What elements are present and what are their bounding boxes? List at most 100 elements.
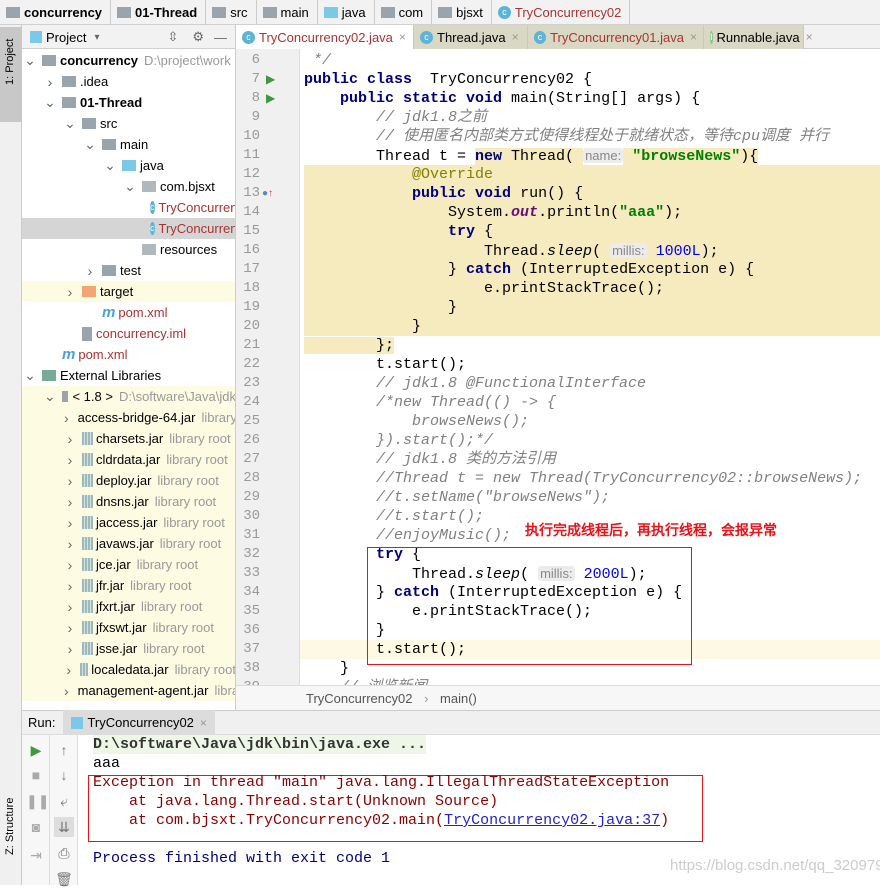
tree-item[interactable]: ⌄ com.bjsxt xyxy=(22,176,235,197)
breadcrumb-item[interactable]: concurrency xyxy=(4,0,112,25)
print-icon[interactable]: ⎙ xyxy=(54,843,74,863)
tree-item[interactable]: › access-bridge-64.jar library root xyxy=(22,407,235,428)
editor-breadcrumb: TryConcurrency02 › main() xyxy=(236,685,880,710)
tree-item[interactable]: ⌄ concurrency D:\project\work xyxy=(22,50,235,71)
chevron-right-icon[interactable]: › xyxy=(64,473,76,489)
tree-item[interactable]: › localedata.jar library root xyxy=(22,659,235,680)
chevron-right-icon[interactable]: › xyxy=(64,536,76,552)
tree-item[interactable]: › test xyxy=(22,260,235,281)
close-icon[interactable]: × xyxy=(512,30,519,44)
chevron-down-icon[interactable]: ⌄ xyxy=(104,157,116,174)
hide-icon[interactable]: — xyxy=(214,30,227,45)
tab-tryconcurrency02[interactable]: c TryConcurrency02.java × xyxy=(236,25,414,49)
tree-item[interactable]: m pom.xml xyxy=(22,302,235,323)
structure-tool-label[interactable]: Z: Structure xyxy=(4,798,16,855)
chevron-right-icon[interactable]: › xyxy=(84,263,96,279)
breadcrumb-method[interactable]: main() xyxy=(440,691,477,706)
tree-item[interactable]: › cldrdata.jar library root xyxy=(22,449,235,470)
breadcrumb-class[interactable]: TryConcurrency02 xyxy=(306,691,412,706)
close-icon[interactable]: × xyxy=(690,30,697,44)
tree-item[interactable]: › .idea xyxy=(22,71,235,92)
chevron-down-icon[interactable]: ⌄ xyxy=(24,367,36,384)
tree-item[interactable]: ⌄ src xyxy=(22,113,235,134)
collapse-all-icon[interactable]: ⇳ xyxy=(167,29,178,45)
breadcrumb-item[interactable]: com xyxy=(379,0,433,25)
close-icon[interactable]: × xyxy=(806,30,813,44)
tree-item[interactable]: › javaws.jar library root xyxy=(22,533,235,554)
breadcrumb-item[interactable]: 01-Thread xyxy=(115,0,207,25)
tree-item[interactable]: › charsets.jar library root xyxy=(22,428,235,449)
chevron-down-icon[interactable]: ▾ xyxy=(94,32,99,43)
breadcrumb-item[interactable]: java xyxy=(322,0,375,25)
chevron-down-icon[interactable]: ⌄ xyxy=(44,388,56,405)
tree-item[interactable]: › jaccess.jar library root xyxy=(22,512,235,533)
tab-thread[interactable]: c Thread.java × xyxy=(414,25,528,49)
chevron-right-icon[interactable]: › xyxy=(44,74,56,90)
tab-tryconcurrency01[interactable]: c TryConcurrency01.java × xyxy=(528,25,704,49)
breadcrumb-item[interactable]: src xyxy=(210,0,257,25)
tree-item[interactable]: m pom.xml xyxy=(22,344,235,365)
tree-item[interactable]: ⌄ 01-Thread xyxy=(22,92,235,113)
chevron-right-icon[interactable]: › xyxy=(64,662,74,678)
project-view-selector[interactable]: Project xyxy=(46,30,86,45)
tree-item[interactable]: › deploy.jar library root xyxy=(22,470,235,491)
stop-icon[interactable]: ■ xyxy=(26,765,46,785)
tree-item[interactable]: cTryConcurrency02 xyxy=(22,218,235,239)
tree-item[interactable]: ⌄ External Libraries xyxy=(22,365,235,386)
breadcrumb-item[interactable]: c TryConcurrency02 xyxy=(496,0,631,25)
tree-item[interactable]: resources xyxy=(22,239,235,260)
pause-icon[interactable]: ❚❚ xyxy=(26,791,49,811)
tree-item[interactable]: › management-agent.jar library root xyxy=(22,680,235,701)
chevron-down-icon[interactable]: ⌄ xyxy=(64,115,76,132)
code-line: // jdk1.8 类的方法引用 xyxy=(304,450,556,469)
run-gutter-icon[interactable]: ▶ xyxy=(266,70,275,89)
chevron-down-icon[interactable]: ⌄ xyxy=(24,52,36,69)
chevron-right-icon[interactable]: › xyxy=(64,599,76,615)
tree-item[interactable]: › jce.jar library root xyxy=(22,554,235,575)
chevron-right-icon[interactable]: › xyxy=(64,431,76,447)
tree-item[interactable]: concurrency.iml xyxy=(22,323,235,344)
chevron-right-icon[interactable]: › xyxy=(64,683,69,699)
tree-item[interactable]: ⌄ < 1.8 > D:\software\Java\jdk xyxy=(22,386,235,407)
chevron-right-icon[interactable]: › xyxy=(64,515,76,531)
chevron-right-icon[interactable]: › xyxy=(64,620,76,636)
chevron-right-icon[interactable]: › xyxy=(64,557,76,573)
rerun-icon[interactable]: ▶ xyxy=(26,740,46,760)
chevron-right-icon[interactable]: › xyxy=(64,578,76,594)
tree-item[interactable]: › dnsns.jar library root xyxy=(22,491,235,512)
soft-wrap-icon[interactable]: ⤶ xyxy=(54,791,74,811)
tree-item[interactable]: cTryConcurrency01 xyxy=(22,197,235,218)
breadcrumb-item[interactable]: main xyxy=(261,0,318,25)
source-link[interactable]: TryConcurrency02.java:37 xyxy=(444,812,660,829)
chevron-right-icon[interactable]: › xyxy=(64,284,76,300)
override-gutter-icon[interactable]: ●↑ xyxy=(262,184,273,203)
project-tool-button[interactable]: 1: Project xyxy=(0,27,22,122)
tree-item[interactable]: ⌄ java xyxy=(22,155,235,176)
exit-icon[interactable]: ⇥ xyxy=(26,845,46,865)
tree-item[interactable]: › jfr.jar library root xyxy=(22,575,235,596)
tree-item[interactable]: ⌄ main xyxy=(22,134,235,155)
chevron-right-icon[interactable]: › xyxy=(64,452,76,468)
tree-item[interactable]: › jsse.jar library root xyxy=(22,638,235,659)
tree-item[interactable]: › jfxswt.jar library root xyxy=(22,617,235,638)
camera-icon[interactable]: ◙ xyxy=(26,817,46,837)
chevron-right-icon[interactable]: › xyxy=(64,494,76,510)
run-tab[interactable]: TryConcurrency02 × xyxy=(63,710,215,735)
scroll-to-end-icon[interactable]: ⇊ xyxy=(54,817,74,837)
trash-icon[interactable]: 🗑 xyxy=(54,869,74,889)
close-icon[interactable]: × xyxy=(399,30,406,44)
chevron-down-icon[interactable]: ⌄ xyxy=(44,94,56,111)
arrow-up-icon[interactable]: ↑ xyxy=(54,740,74,760)
tree-item[interactable]: › jfxrt.jar library root xyxy=(22,596,235,617)
tree-item[interactable]: › target xyxy=(22,281,235,302)
chevron-right-icon[interactable]: › xyxy=(64,410,69,426)
chevron-down-icon[interactable]: ⌄ xyxy=(124,178,136,195)
chevron-down-icon[interactable]: ⌄ xyxy=(84,136,96,153)
chevron-right-icon[interactable]: › xyxy=(64,641,76,657)
run-gutter-icon[interactable]: ▶ xyxy=(266,89,275,108)
breadcrumb-item[interactable]: bjsxt xyxy=(436,0,492,25)
arrow-down-icon[interactable]: ↓ xyxy=(54,765,74,785)
tab-runnable[interactable]: I Runnable.java × xyxy=(704,25,813,49)
close-icon[interactable]: × xyxy=(200,716,207,730)
gear-icon[interactable]: ⚙ xyxy=(192,29,204,45)
